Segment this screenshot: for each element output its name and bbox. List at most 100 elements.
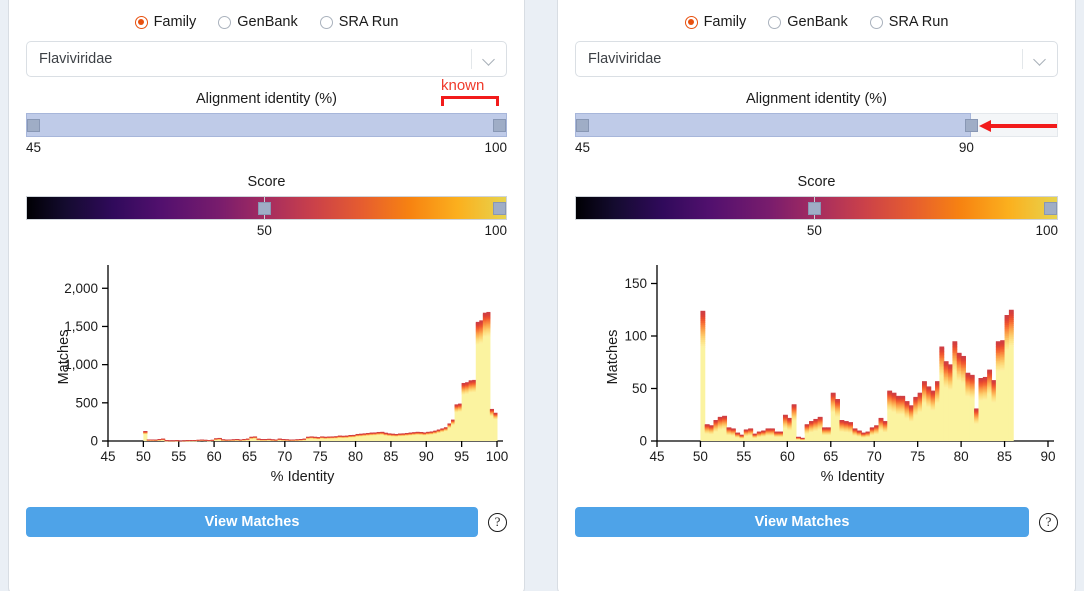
svg-text:70: 70 [277, 449, 292, 464]
svg-text:65: 65 [823, 449, 838, 464]
identity-min-label: 45 [26, 140, 42, 155]
svg-text:50: 50 [632, 381, 647, 396]
help-circle-icon[interactable]: ? [1039, 512, 1058, 532]
svg-text:2,000: 2,000 [64, 281, 98, 296]
identity-slider-track[interactable] [575, 111, 1058, 139]
score-slider-ticks: 50 100 [26, 223, 507, 243]
histogram-left-svg: 05001,0001,5002,00045 50 55 60 65 70 75 80 85 90 9… [56, 265, 509, 485]
svg-text:Matches: Matches [56, 330, 72, 385]
radio-group-right: Family GenBank SRA Run [558, 7, 1075, 37]
score-high-label: 100 [1035, 223, 1058, 238]
radio-label: SRA Run [888, 14, 949, 30]
score-slider-track[interactable] [575, 194, 1058, 222]
identity-slider-handle-max[interactable] [964, 119, 978, 132]
score-slider-handle-high[interactable] [1044, 202, 1057, 215]
score-slider-track[interactable] [26, 194, 507, 222]
identity-slider-title: Alignment identity (%) [195, 91, 338, 107]
identity-min-label: 45 [575, 140, 591, 155]
svg-text:% Identity: % Identity [821, 469, 885, 485]
footer-right: View Matches ? [575, 507, 1058, 537]
svg-text:50: 50 [136, 449, 151, 464]
score-slider-handle-low[interactable] [258, 202, 272, 215]
identity-slider-title: Alignment identity (%) [745, 91, 888, 107]
radio-button-icon[interactable] [319, 15, 333, 29]
radio-button-icon[interactable] [684, 15, 698, 29]
histogram-right-svg: 0 50 100 150 45 50 55 60 65 70 75 80 85 90 % Identity M… [605, 265, 1056, 485]
identity-slider-ticks: 45 90 [575, 140, 1058, 160]
svg-text:85: 85 [383, 449, 398, 464]
svg-text:0: 0 [639, 434, 647, 449]
family-select[interactable]: Flaviviridae [575, 41, 1058, 77]
chevron-down-icon[interactable] [472, 54, 506, 65]
svg-text:150: 150 [624, 276, 647, 291]
svg-text:0: 0 [90, 434, 98, 449]
svg-text:60: 60 [780, 449, 795, 464]
svg-text:50: 50 [693, 449, 708, 464]
chevron-down-icon[interactable] [1023, 54, 1057, 65]
score-slider-handle-low[interactable] [808, 202, 822, 215]
svg-text:80: 80 [348, 449, 363, 464]
svg-text:80: 80 [954, 449, 969, 464]
svg-text:75: 75 [910, 449, 925, 464]
score-slider-block-left: Score 50 100 [26, 172, 507, 243]
svg-text:85: 85 [997, 449, 1012, 464]
identity-max-label: 100 [484, 140, 507, 155]
svg-text:70: 70 [867, 449, 882, 464]
panel-right: Family GenBank SRA Run Flaviviridae Alig… [557, 0, 1076, 591]
identity-slider-handle-min[interactable] [576, 119, 589, 132]
svg-text:90: 90 [1040, 449, 1055, 464]
identity-slider-handle-min[interactable] [27, 119, 40, 132]
histogram-right: 0 50 100 150 45 50 55 60 65 70 75 80 85 90 % Identity M… [575, 259, 1058, 497]
radio-button-icon[interactable] [768, 15, 782, 29]
svg-text:100: 100 [486, 449, 509, 464]
histogram-left: 0 500 1,000 1,500 2,000 45 50 55 60 65 70 75 80 85 90 9… [26, 259, 509, 497]
radio-label: SRA Run [338, 14, 399, 30]
svg-text:75: 75 [313, 449, 328, 464]
radio-button-icon[interactable] [869, 15, 883, 29]
identity-max-label: 90 [958, 140, 974, 155]
svg-text:55: 55 [736, 449, 751, 464]
view-matches-button[interactable]: View Matches [575, 507, 1029, 537]
identity-slider-block-left: Alignment identity (%) 45 100 known [26, 77, 507, 160]
score-low-label: 50 [256, 223, 272, 238]
identity-slider-block-right: Alignment identity (%) 45 90 [575, 89, 1058, 160]
score-slider-title: Score [797, 174, 836, 190]
radio-option-family[interactable]: Family [134, 14, 196, 30]
radio-button-icon[interactable] [134, 15, 148, 29]
radio-button-icon[interactable] [218, 15, 232, 29]
svg-text:% Identity: % Identity [271, 469, 335, 485]
svg-text:95: 95 [454, 449, 469, 464]
radio-option-genbank[interactable]: GenBank [768, 14, 848, 30]
svg-text:60: 60 [207, 449, 222, 464]
svg-text:100: 100 [624, 329, 647, 344]
svg-text:45: 45 [649, 449, 664, 464]
identity-slider-range [26, 113, 507, 137]
svg-text:65: 65 [242, 449, 257, 464]
score-slider-ticks: 50 100 [575, 223, 1058, 243]
score-high-label: 100 [484, 223, 507, 238]
family-select[interactable]: Flaviviridae [26, 41, 507, 77]
identity-slider-handle-max[interactable] [493, 119, 506, 132]
radio-group-left: Family GenBank SRA Run [9, 7, 524, 37]
svg-text:500: 500 [75, 395, 98, 410]
svg-text:90: 90 [419, 449, 434, 464]
score-low-label: 50 [806, 223, 822, 238]
radio-option-sra-run[interactable]: SRA Run [869, 14, 949, 30]
help-circle-icon[interactable]: ? [488, 512, 507, 532]
radio-label: GenBank [237, 14, 298, 30]
svg-text:45: 45 [100, 449, 115, 464]
identity-slider-ticks: 45 100 [26, 140, 507, 160]
identity-slider-track[interactable] [26, 111, 507, 139]
radio-option-sra-run[interactable]: SRA Run [319, 14, 399, 30]
family-select-value: Flaviviridae [39, 51, 113, 67]
svg-text:Matches: Matches [605, 330, 621, 385]
radio-option-genbank[interactable]: GenBank [218, 14, 298, 30]
footer-left: View Matches ? [26, 507, 507, 537]
comparison-view: Family GenBank SRA Run Flaviviridae Alig… [0, 0, 1084, 591]
radio-option-family[interactable]: Family [684, 14, 746, 30]
view-matches-button[interactable]: View Matches [26, 507, 478, 537]
radio-label: GenBank [787, 14, 848, 30]
score-slider-handle-high[interactable] [493, 202, 506, 215]
score-slider-block-right: Score 50 100 [575, 172, 1058, 243]
panel-left: Family GenBank SRA Run Flaviviridae Alig… [8, 0, 525, 591]
